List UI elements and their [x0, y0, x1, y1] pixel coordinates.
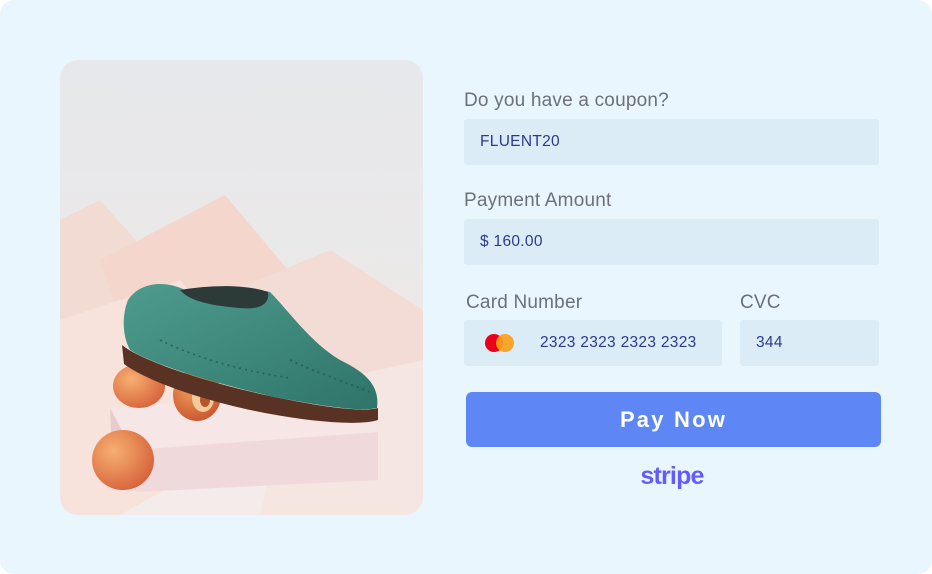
payment-amount-label: Payment Amount [464, 190, 612, 211]
product-image [60, 60, 423, 515]
mastercard-icon [485, 334, 515, 352]
cvc-input[interactable]: 344 [740, 320, 879, 366]
coupon-value: FLUENT20 [480, 133, 560, 150]
payment-card: Do you have a coupon? FLUENT20 Payment A… [0, 0, 932, 574]
payment-amount-value: $ 160.00 [480, 233, 543, 250]
card-number-input[interactable]: 2323 2323 2323 2323 [464, 320, 722, 366]
coupon-input[interactable]: FLUENT20 [464, 119, 879, 165]
stripe-logo: stripe [640, 462, 704, 490]
pay-now-button[interactable]: Pay Now [466, 392, 881, 447]
shoe-photo [60, 60, 423, 515]
cvc-label: CVC [740, 292, 781, 313]
coupon-label: Do you have a coupon? [464, 90, 669, 111]
card-number-label: Card Number [466, 292, 583, 313]
cvc-value: 344 [756, 334, 783, 351]
payment-amount-input[interactable]: $ 160.00 [464, 219, 879, 265]
card-number-value: 2323 2323 2323 2323 [540, 334, 697, 351]
